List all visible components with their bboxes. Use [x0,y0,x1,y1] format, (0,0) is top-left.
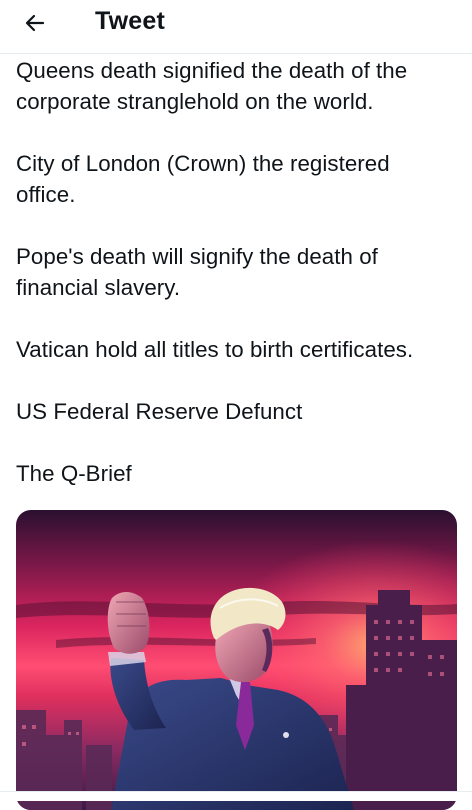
tweet-text: Queens death signified the death of the … [16,55,464,520]
text-line: City of London (Crown) the registered [16,151,390,176]
arrow-left-icon [23,11,47,40]
text-line: Queens death signified the death of the [16,58,408,83]
tweet-image[interactable] [16,510,457,810]
text-line: corporate stranglehold on the world. [16,89,374,114]
text-line: US Federal Reserve Defunct [16,399,303,424]
tweet-paragraph: Queens death signified the death of the … [16,55,464,117]
text-line: Pope's death will signify the death of [16,244,378,269]
image-artwork [16,510,457,810]
text-line: financial slavery. [16,275,181,300]
tweet-paragraph: Pope's death will signify the death of f… [16,241,464,303]
tweet-paragraph: The Q-Brief [16,458,464,489]
text-line: Vatican hold all titles to birth certifi… [16,337,414,362]
back-button[interactable] [14,4,56,46]
text-line: The Q-Brief [16,461,132,486]
text-line: office. [16,182,76,207]
top-bar: Tweet [0,0,472,54]
tweet-paragraph: Vatican hold all titles to birth certifi… [16,334,464,365]
tweet-paragraph: City of London (Crown) the registered of… [16,148,464,210]
tweet-paragraph: US Federal Reserve Defunct [16,396,464,427]
page-title: Tweet [95,7,165,35]
